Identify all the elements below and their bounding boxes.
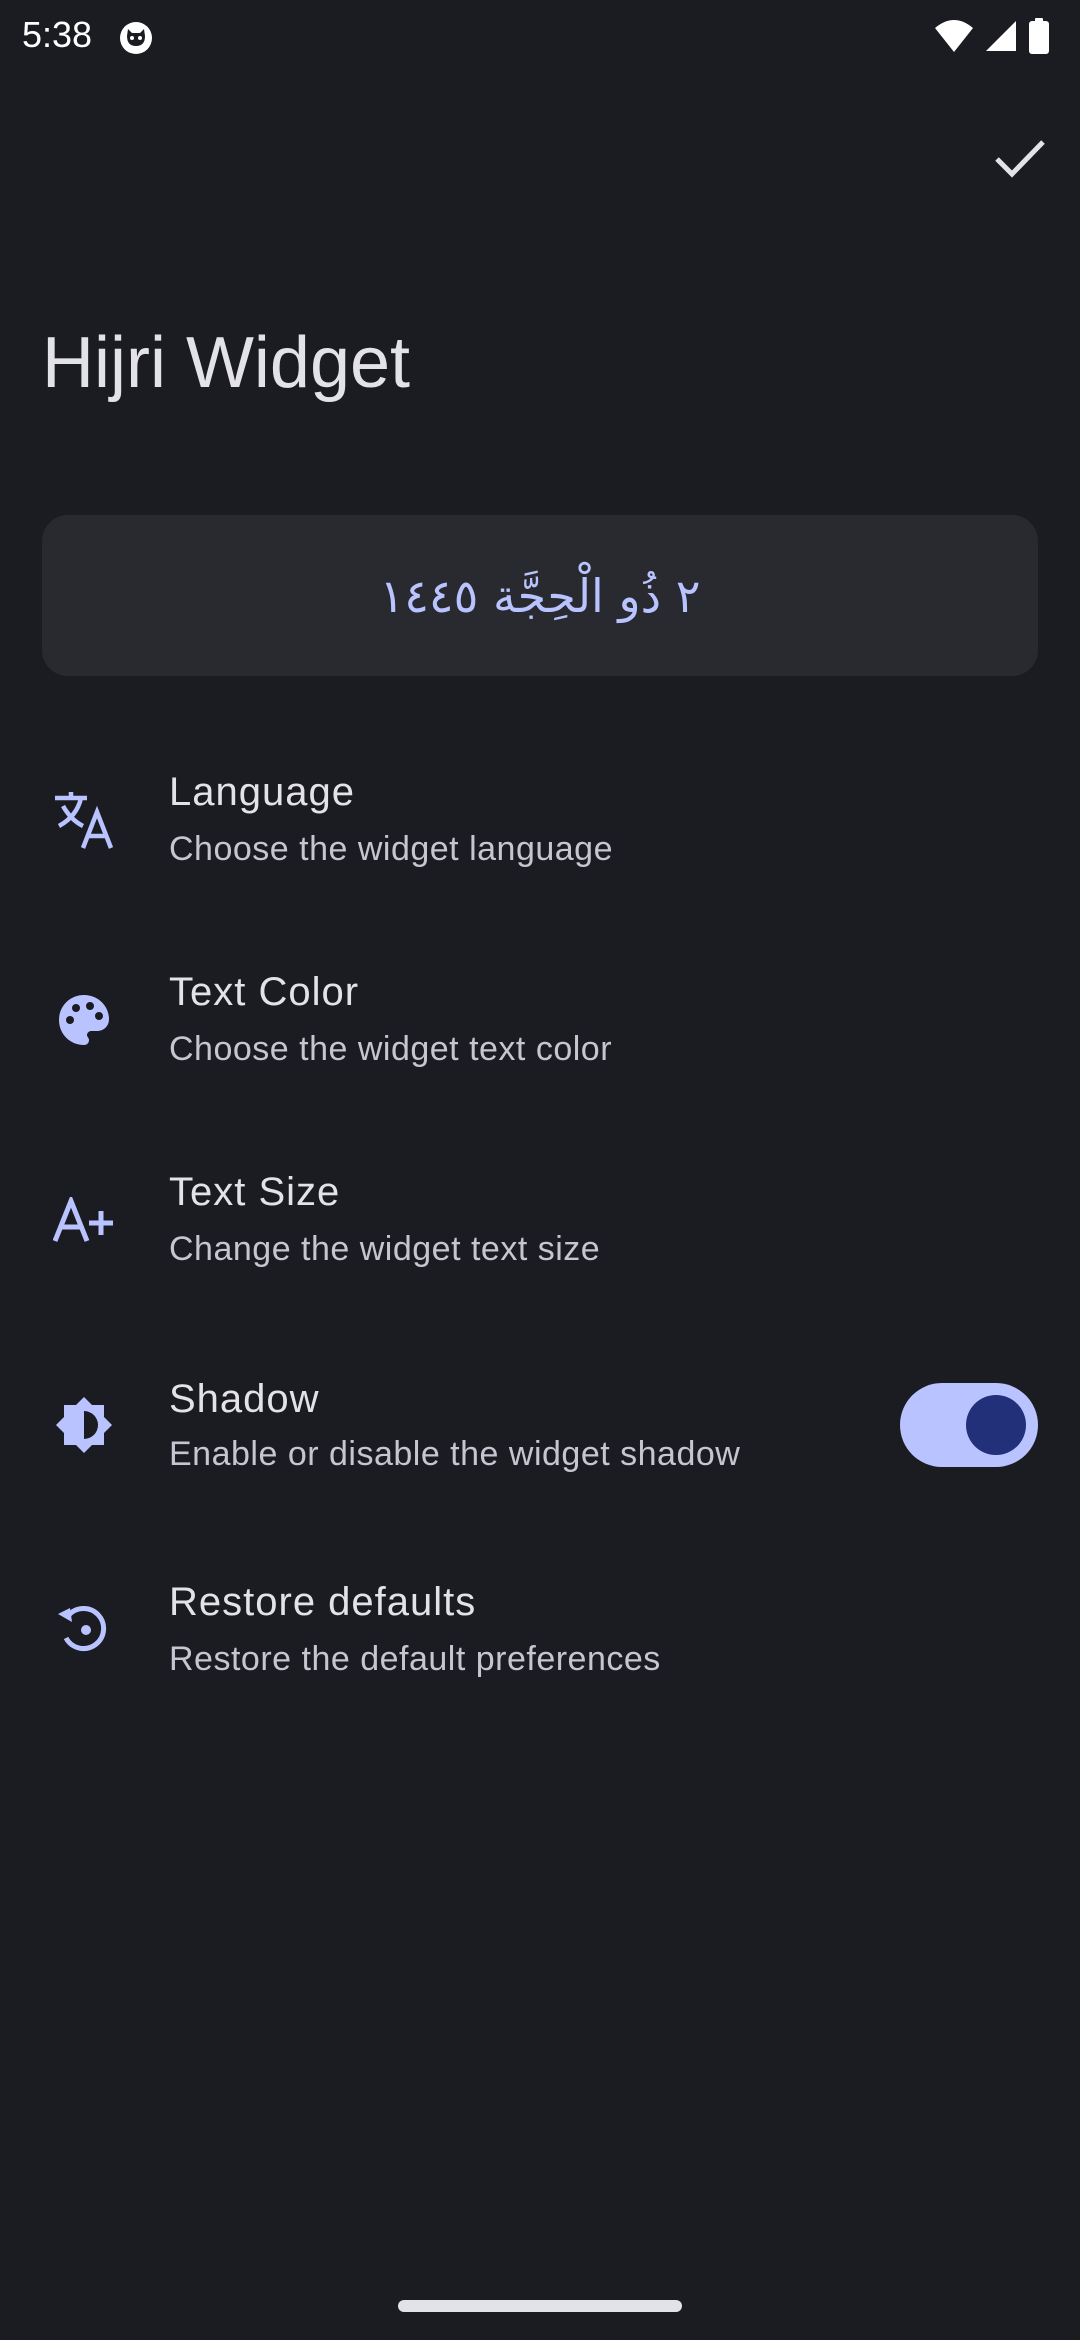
battery-icon [1028, 17, 1050, 59]
text-increase-icon [50, 1186, 118, 1254]
translate-icon [50, 786, 118, 854]
setting-title: Shadow [169, 1377, 320, 1421]
palette-icon [50, 986, 118, 1054]
app-screen: 5:38 Hijri Widget ٢ ذُو الْحِجَّة ١٤٤٥ L… [0, 0, 1080, 2340]
confirm-button[interactable] [980, 120, 1060, 200]
setting-shadow[interactable]: Shadow Enable or disable the widget shad… [0, 1325, 1080, 1525]
setting-restore-defaults[interactable]: Restore defaults Restore the default pre… [0, 1530, 1080, 1730]
wifi-icon [934, 18, 974, 59]
toggle-thumb [966, 1395, 1026, 1455]
status-bar: 5:38 [0, 0, 1080, 74]
restore-icon [50, 1596, 118, 1664]
setting-subtitle: Choose the widget language [169, 830, 613, 868]
status-time: 5:38 [22, 14, 93, 55]
check-icon [994, 138, 1046, 183]
setting-text-size[interactable]: Text Size Change the widget text size [0, 1120, 1080, 1320]
page-title: Hijri Widget [42, 323, 411, 403]
setting-subtitle: Choose the widget text color [169, 1030, 613, 1068]
setting-language[interactable]: Language Choose the widget language [0, 720, 1080, 920]
setting-title: Text Size [169, 1170, 341, 1214]
brightness-icon [50, 1391, 118, 1459]
setting-subtitle: Change the widget text size [169, 1230, 601, 1268]
setting-title: Text Color [169, 970, 360, 1014]
hijri-date-preview: ٢ ذُو الْحِجَّة ١٤٤٥ [379, 568, 701, 623]
widget-preview-card: ٢ ذُو الْحِجَّة ١٤٤٥ [42, 515, 1038, 676]
setting-text-color[interactable]: Text Color Choose the widget text color [0, 920, 1080, 1120]
home-indicator[interactable] [398, 2300, 682, 2312]
setting-subtitle: Restore the default preferences [169, 1640, 661, 1678]
setting-title: Language [169, 770, 355, 814]
setting-title: Restore defaults [169, 1580, 477, 1624]
cellular-signal-icon [984, 19, 1018, 58]
shadow-toggle[interactable] [900, 1383, 1038, 1467]
status-icons [934, 17, 1050, 59]
setting-subtitle: Enable or disable the widget shadow [169, 1435, 741, 1473]
cat-notification-icon [118, 20, 154, 56]
